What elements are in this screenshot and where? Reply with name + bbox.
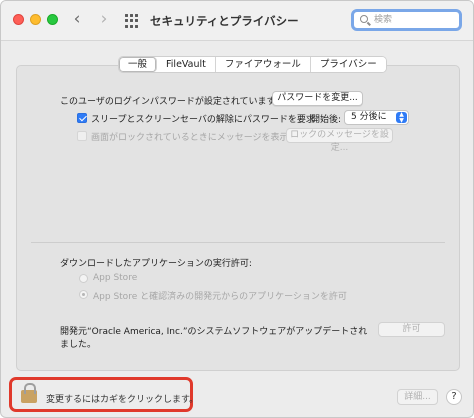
lock-message-label: 画面がロックされているときにメッセージを表示 <box>91 133 289 143</box>
help-button[interactable]: ? <box>446 389 462 405</box>
change-password-button[interactable]: パスワードを変更... <box>272 91 363 106</box>
tab-general[interactable]: 一般 <box>119 57 158 72</box>
tab-filevault[interactable]: FileVault <box>157 57 216 72</box>
search-input[interactable] <box>374 13 454 27</box>
search-icon <box>360 15 368 23</box>
search-field[interactable] <box>351 9 462 31</box>
blocked-software-line1: 開発元“Oracle America, Inc.”のシステムソフトウェアがアップ… <box>60 327 368 337</box>
title-bar: ‹ › セキュリティとプライバシー <box>1 1 473 41</box>
lock-icon[interactable] <box>21 383 37 403</box>
section-divider <box>31 242 445 243</box>
start-after-select[interactable]: 5 分後に ▲ ▼ <box>344 110 409 125</box>
back-button[interactable]: ‹ <box>67 9 87 29</box>
set-lock-message-button[interactable]: ロックのメッセージを設定... <box>286 128 393 153</box>
download-permission-heading: ダウンロードしたアプリケーションの実行許可: <box>60 259 252 269</box>
close-window-button[interactable] <box>13 14 24 25</box>
radio-app-store-identified-label: App Store と確認済みの開発元からのアプリケーションを許可 <box>93 292 347 302</box>
blocked-software-line2: ました。 <box>60 340 97 350</box>
minimize-window-button[interactable] <box>30 14 41 25</box>
start-after-value: 5 分後に <box>351 112 387 122</box>
forward-button[interactable]: › <box>94 9 114 29</box>
advanced-button[interactable]: 詳細... <box>397 389 438 405</box>
preferences-window: ‹ › セキュリティとプライバシー 一般 FileVault ファイアウォール … <box>0 0 474 418</box>
allow-button[interactable]: 許可 <box>378 322 445 337</box>
chevron-up-down-icon: ▲ ▼ <box>396 112 407 123</box>
tab-bar: 一般 FileVault ファイアウォール プライバシー <box>118 56 387 73</box>
password-status-text: このユーザのログインパスワードが設定されています <box>60 97 276 107</box>
lock-instruction-text: 変更するにはカギをクリックします。 <box>46 395 199 405</box>
require-password-checkbox[interactable] <box>77 113 87 123</box>
start-after-label: 開始後: <box>311 115 342 125</box>
lock-message-checkbox[interactable] <box>77 131 87 141</box>
tab-privacy[interactable]: プライバシー <box>310 57 386 72</box>
lock-area[interactable]: 変更するにはカギをクリックします。 <box>9 377 198 412</box>
radio-app-store-identified[interactable] <box>79 290 88 299</box>
radio-app-store[interactable] <box>79 274 88 283</box>
show-all-grid-icon[interactable] <box>125 14 139 28</box>
window-title: セキュリティとプライバシー <box>150 14 299 28</box>
radio-app-store-label: App Store <box>93 273 138 283</box>
tab-firewall[interactable]: ファイアウォール <box>215 57 311 72</box>
require-password-label: スリープとスクリーンセーバの解除にパスワードを要求 <box>91 115 315 125</box>
zoom-window-button[interactable] <box>47 14 58 25</box>
